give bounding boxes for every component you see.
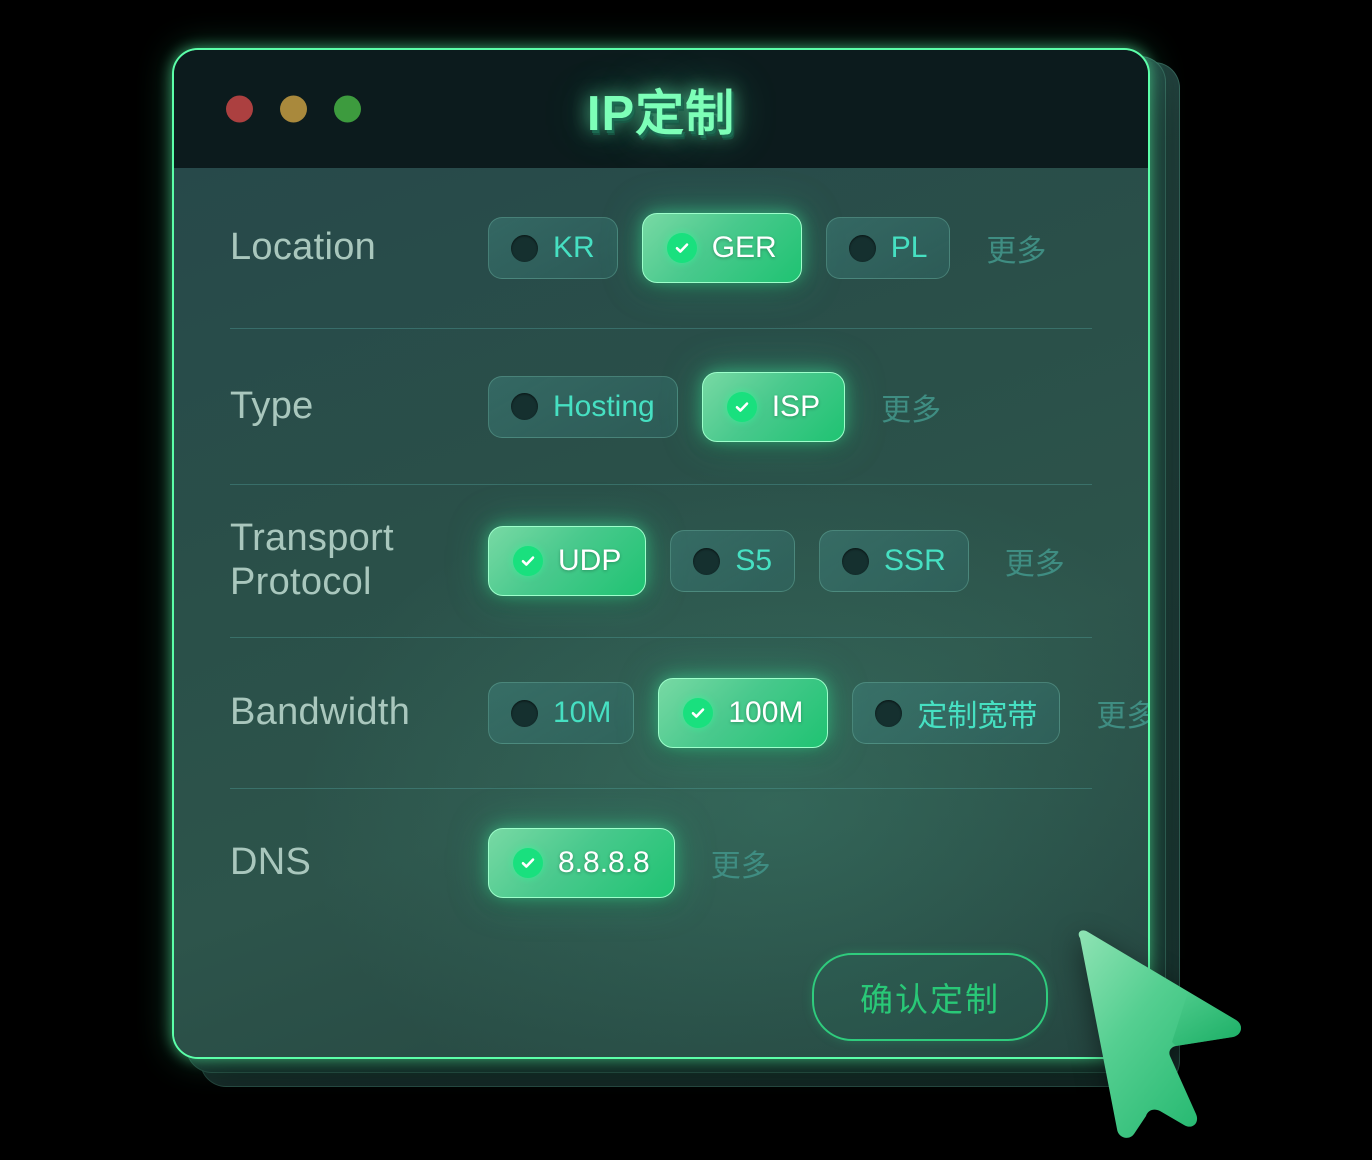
- radio-unchecked-icon: [693, 547, 721, 575]
- more-link-type[interactable]: 更多: [881, 385, 941, 429]
- radio-unchecked-icon: [848, 234, 876, 262]
- radio-unchecked-icon: [511, 393, 538, 420]
- more-link-location[interactable]: 更多: [986, 226, 1046, 270]
- option-isp[interactable]: ISP: [701, 371, 846, 442]
- option-group-transport-protocol: UDP S5 SSR 更多: [488, 526, 1065, 596]
- ip-customization-window: IP定制 Location KR GER PL 更多 Type Hosting …: [172, 48, 1150, 1059]
- option-group-dns: 8.8.8.8 更多: [488, 828, 771, 898]
- setting-row-transport-protocol: Transport Protocol UDP S5 SSR 更多: [230, 484, 1092, 637]
- check-circle-icon: [513, 546, 543, 576]
- setting-row-dns: DNS 8.8.8.8 更多: [230, 788, 1092, 937]
- radio-unchecked-icon: [842, 547, 870, 575]
- radio-unchecked-icon: [875, 699, 903, 727]
- check-circle-icon: [666, 233, 697, 263]
- option-10m[interactable]: 10M: [488, 682, 635, 744]
- option-label: 10M: [553, 696, 612, 729]
- check-circle-icon: [513, 848, 543, 878]
- row-label-dns: DNS: [230, 841, 312, 884]
- option-label: 8.8.8.8: [558, 846, 650, 879]
- settings-panel: Location KR GER PL 更多 Type Hosting ISP 更…: [174, 168, 1148, 1057]
- row-label-transport-protocol: Transport Protocol: [230, 517, 394, 603]
- option-label: ISP: [771, 389, 821, 423]
- option-100m[interactable]: 100M: [658, 678, 829, 748]
- option-group-bandwidth: 10M 100M 定制宽带 更多: [488, 678, 1148, 748]
- row-label-type: Type: [230, 384, 314, 427]
- check-circle-icon: [726, 391, 757, 422]
- option-label: KR: [553, 231, 595, 264]
- option-ssr[interactable]: SSR: [819, 530, 969, 592]
- radio-unchecked-icon: [511, 699, 538, 727]
- row-label-bandwidth: Bandwidth: [230, 691, 411, 734]
- option-s5[interactable]: S5: [670, 530, 796, 592]
- setting-row-location: Location KR GER PL 更多: [230, 168, 1092, 328]
- window-titlebar: IP定制: [174, 50, 1148, 168]
- option-label: GER: [711, 231, 777, 264]
- setting-row-type: Type Hosting ISP 更多: [230, 328, 1092, 484]
- option-group-location: KR GER PL 更多: [488, 213, 1046, 283]
- more-link-dns[interactable]: 更多: [711, 841, 771, 885]
- option-label: 100M: [728, 696, 804, 729]
- more-link-bandwidth[interactable]: 更多: [1096, 691, 1148, 735]
- option-dns-8888[interactable]: 8.8.8.8: [488, 828, 675, 898]
- footer-actions: 确认定制: [230, 937, 1092, 1057]
- option-kr[interactable]: KR: [488, 217, 618, 279]
- radio-unchecked-icon: [511, 234, 538, 262]
- option-ger[interactable]: GER: [641, 213, 802, 283]
- traffic-lights: [226, 95, 361, 123]
- option-group-type: Hosting ISP 更多: [488, 371, 941, 442]
- option-label: Hosting: [553, 389, 655, 423]
- option-udp[interactable]: UDP: [488, 526, 647, 596]
- check-circle-icon: [683, 698, 714, 728]
- row-label-location: Location: [230, 226, 377, 269]
- confirm-button[interactable]: 确认定制: [812, 953, 1048, 1041]
- option-label: 定制宽带: [917, 700, 1038, 733]
- more-link-transport-protocol[interactable]: 更多: [1005, 539, 1065, 583]
- setting-row-bandwidth: Bandwidth 10M 100M 定制宽带 更: [230, 637, 1148, 788]
- option-label: UDP: [558, 544, 622, 577]
- minimize-button[interactable]: [280, 95, 307, 123]
- option-custom-bandwidth[interactable]: 定制宽带: [852, 682, 1061, 744]
- maximize-button[interactable]: [334, 95, 361, 123]
- option-hosting[interactable]: Hosting: [488, 375, 678, 438]
- option-pl[interactable]: PL: [825, 217, 951, 279]
- option-label: PL: [890, 231, 928, 264]
- close-button[interactable]: [226, 95, 253, 123]
- option-label: S5: [735, 544, 773, 577]
- option-label: SSR: [884, 544, 946, 577]
- screen: IP定制 Location KR GER PL 更多 Type Hosting …: [0, 0, 1372, 1160]
